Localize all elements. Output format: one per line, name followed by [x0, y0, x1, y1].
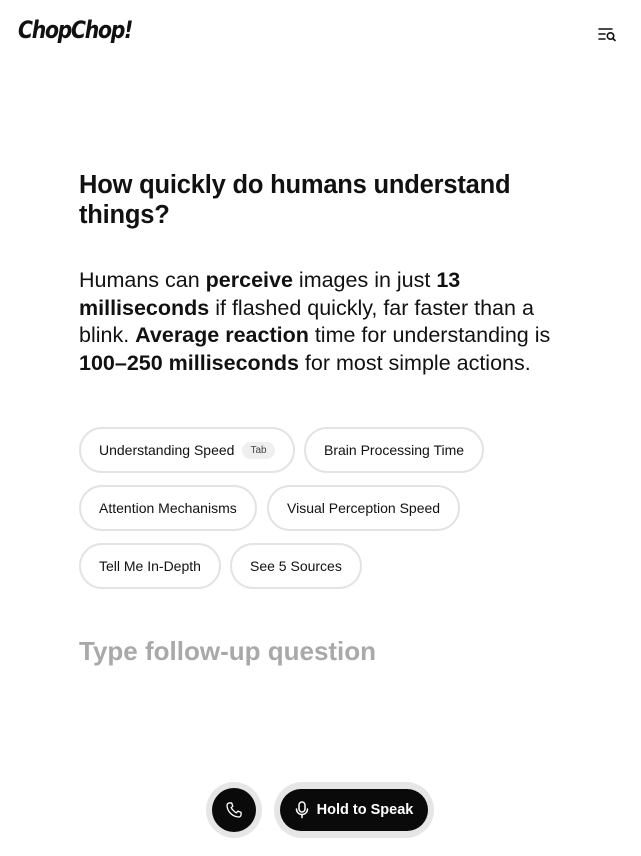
suggestion-label: Visual Perception Speed	[287, 500, 441, 516]
answer-emphasis: Average reaction	[135, 323, 309, 347]
suggestion-label: Tell Me In-Depth	[99, 558, 201, 574]
suggestion-attention-mechanisms[interactable]: Attention Mechanisms	[79, 485, 257, 531]
suggestion-understanding-speed[interactable]: Understanding Speed Tab	[79, 427, 295, 473]
followup-input[interactable]	[79, 636, 559, 667]
suggestion-label: See 5 Sources	[250, 558, 342, 574]
logo[interactable]: ChopChop!	[18, 16, 133, 44]
page: ChopChop! How quickly do humans understa…	[0, 0, 641, 856]
answer-emphasis: perceive	[205, 268, 293, 292]
hold-to-speak-button[interactable]: Hold to Speak	[280, 789, 428, 831]
speak-button-ring: Hold to Speak	[274, 782, 434, 838]
suggestion-visual-perception-speed[interactable]: Visual Perception Speed	[267, 485, 461, 531]
menu-search-icon	[598, 28, 616, 42]
answer-text: Humans can perceive images in just 13 mi…	[79, 267, 579, 377]
menu-button[interactable]	[596, 24, 618, 44]
answer-emphasis: 100–250 milliseconds	[79, 350, 299, 375]
tab-shortcut-badge: Tab	[242, 441, 275, 459]
answer-part: time for understanding is	[308, 323, 551, 347]
phone-icon	[226, 802, 242, 818]
suggestion-see-sources[interactable]: See 5 Sources	[230, 543, 362, 589]
suggestion-brain-processing-time[interactable]: Brain Processing Time	[304, 427, 485, 473]
suggestion-label: Understanding Speed	[99, 442, 235, 458]
speak-label: Hold to Speak	[316, 802, 414, 818]
answer-part: Humans can	[79, 268, 206, 292]
answer-part: for most simple actions.	[298, 350, 531, 375]
call-button-ring	[206, 782, 262, 838]
answer-part: images in just	[292, 268, 437, 292]
suggestion-label: Attention Mechanisms	[99, 500, 237, 516]
suggestion-tell-me-in-depth[interactable]: Tell Me In-Depth	[79, 543, 221, 589]
microphone-icon	[295, 801, 308, 819]
question-heading: How quickly do humans understand things?	[79, 171, 511, 229]
suggestion-label: Brain Processing Time	[324, 442, 465, 458]
call-button[interactable]	[212, 788, 256, 832]
